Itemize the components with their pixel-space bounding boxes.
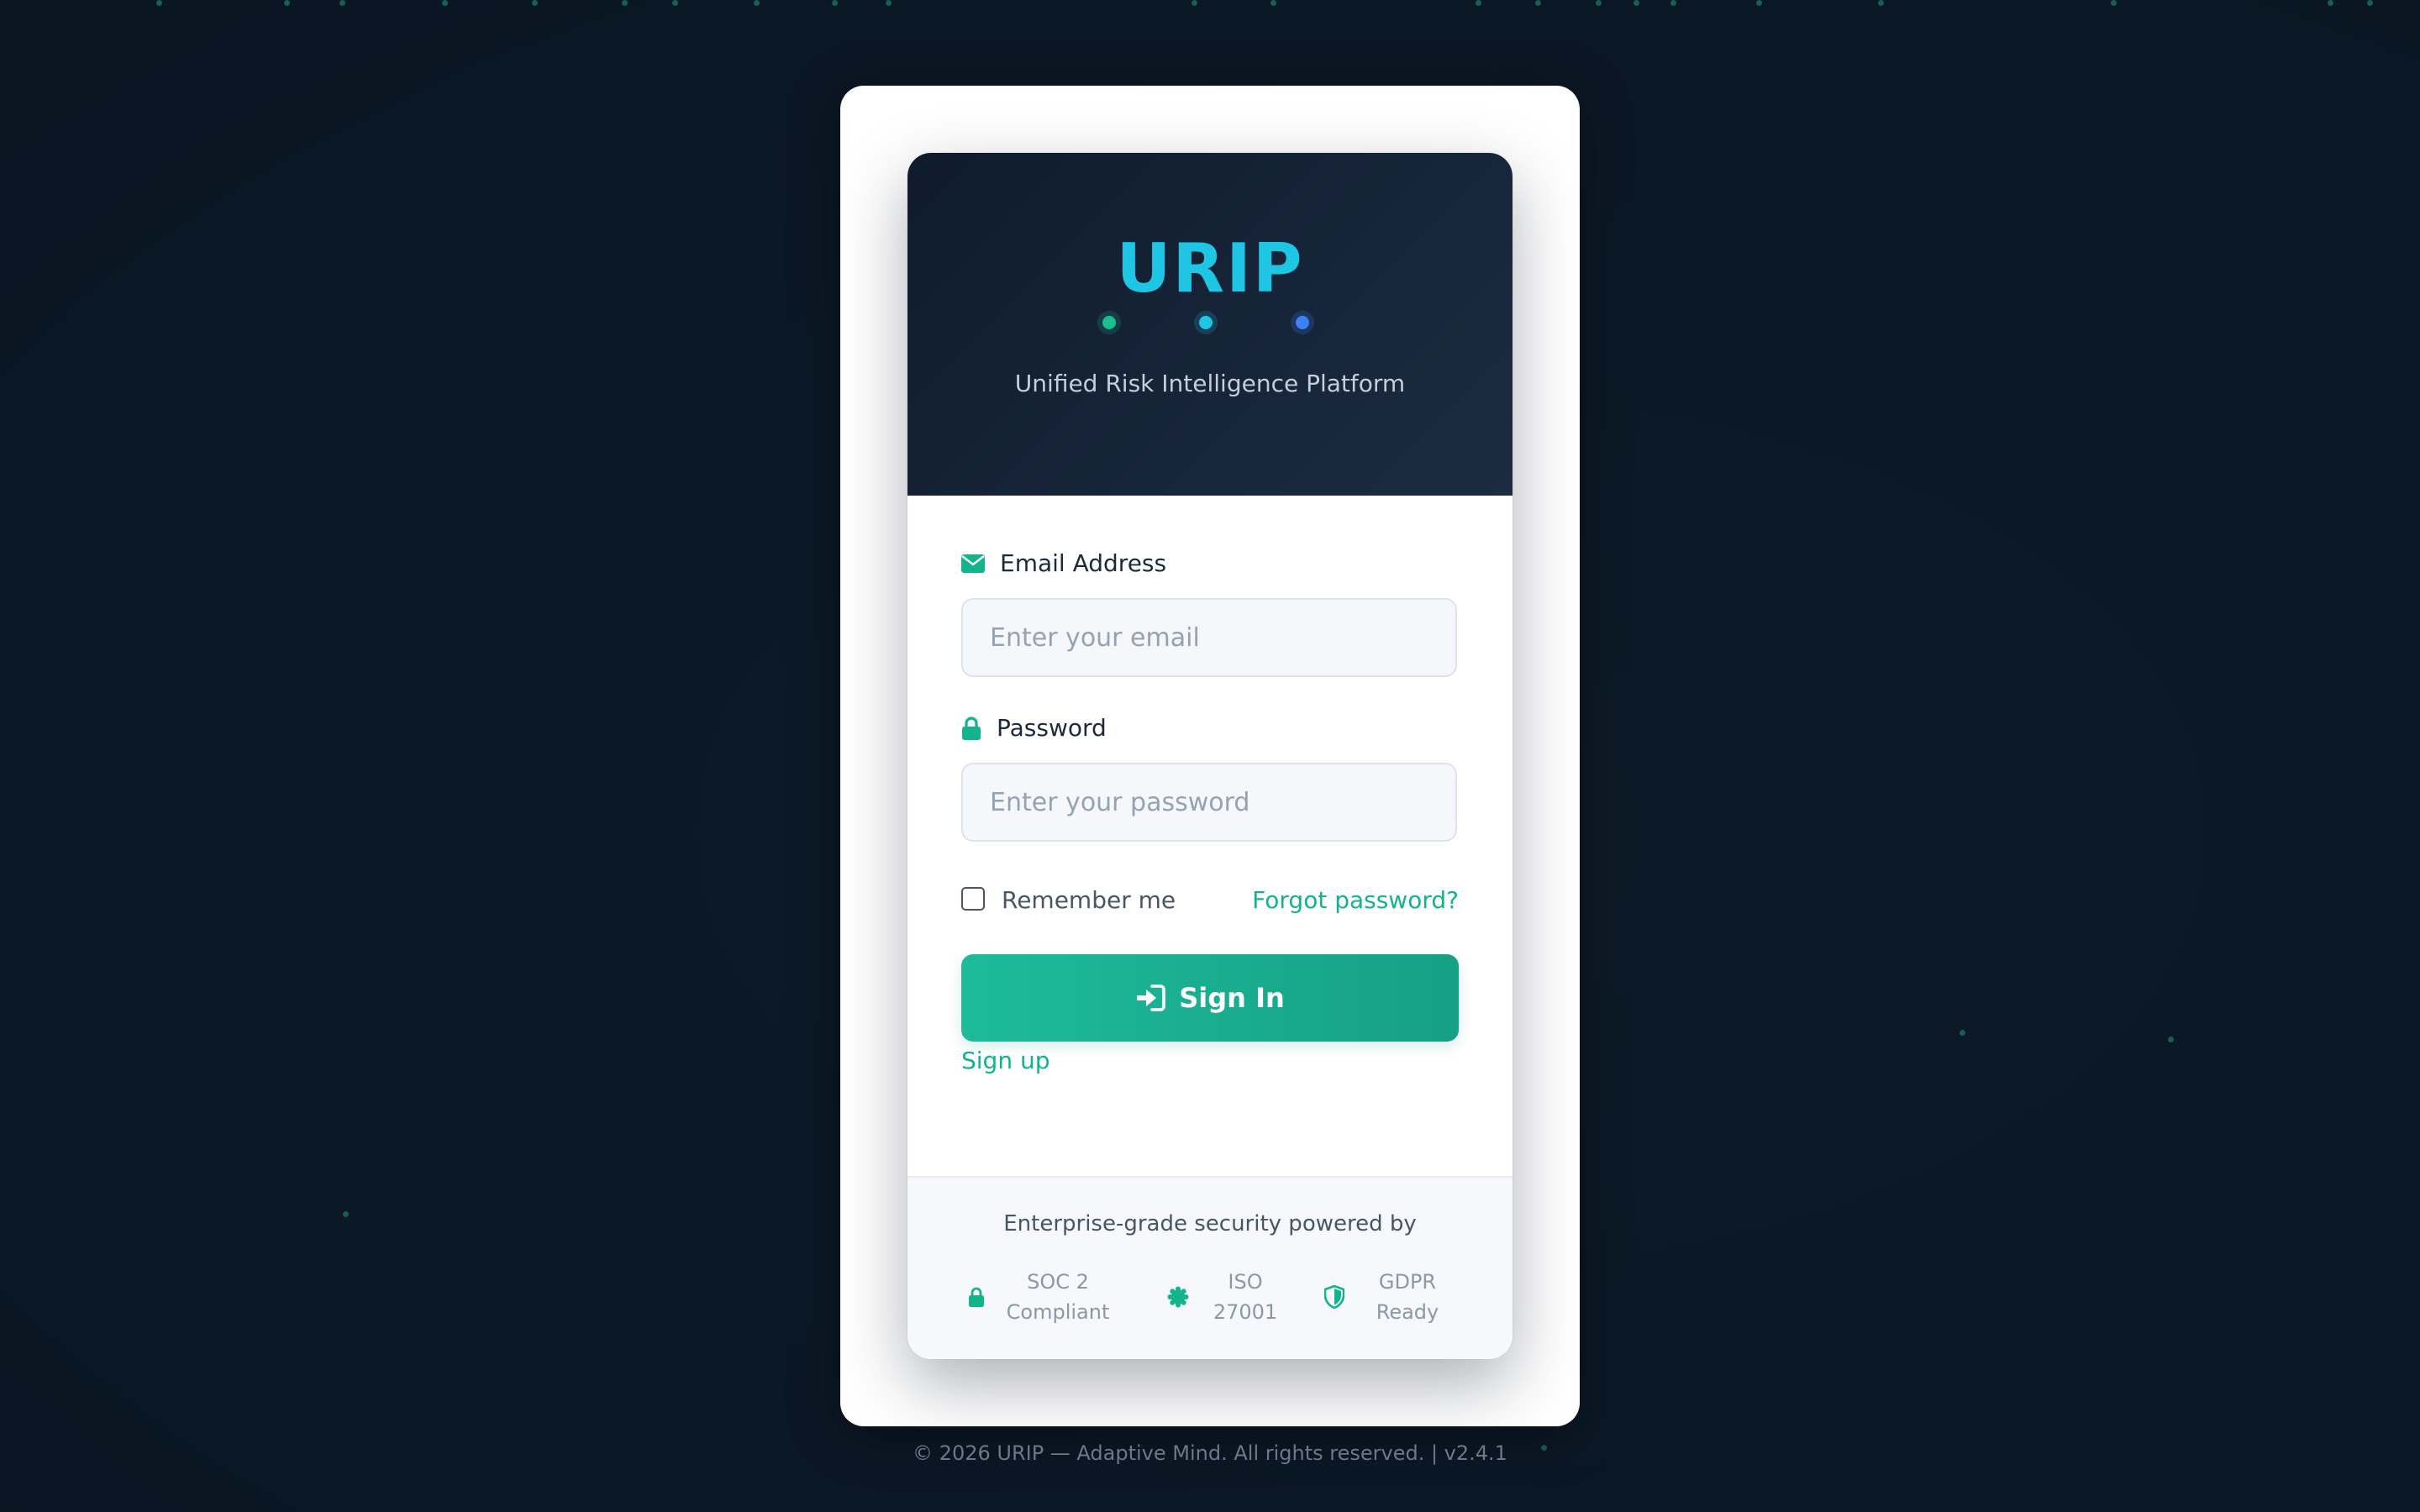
background-dot	[1878, 0, 1884, 6]
brand-dot	[1296, 316, 1309, 329]
background-dot	[832, 0, 838, 6]
remember-checkbox[interactable]	[961, 887, 985, 911]
background-dot	[2328, 0, 2333, 6]
background-dot	[442, 0, 448, 6]
background-dot	[1670, 0, 1676, 6]
background-dot	[156, 0, 162, 6]
brand-tagline: Unified Risk Intelligence Platform	[1014, 370, 1406, 397]
background-dot	[1634, 0, 1639, 6]
background-dot	[2168, 1037, 2174, 1042]
background-dot	[1270, 0, 1276, 6]
sign-in-icon	[1135, 984, 1166, 1011]
background-dot	[622, 0, 628, 6]
lock-icon	[960, 1287, 993, 1307]
sign-up-link[interactable]: Sign up	[961, 1047, 1050, 1074]
background-dot	[1535, 0, 1541, 6]
background-dot	[1596, 0, 1602, 6]
email-label: Email Address	[961, 549, 1166, 577]
background-dot	[1960, 1030, 1965, 1036]
brand-logo-title: URIP	[1116, 229, 1304, 307]
envelope-icon	[961, 554, 985, 573]
badge-iso-line2: 27001	[1213, 1300, 1278, 1324]
background-dot	[1192, 0, 1197, 6]
badge-gdpr-line1: GDPR	[1378, 1270, 1437, 1294]
background-dot	[754, 0, 760, 6]
shield-icon	[1318, 1285, 1351, 1309]
forgot-password-link[interactable]: Forgot password?	[1252, 884, 1459, 917]
background-dot	[886, 0, 892, 6]
background-dot	[1476, 0, 1481, 6]
background-dot	[343, 1211, 349, 1217]
background-dot	[2111, 0, 2117, 6]
badge-soc2-line1: SOC 2	[1027, 1270, 1089, 1294]
brand-dot	[1199, 316, 1213, 329]
security-caption: Enterprise-grade security powered by	[1003, 1211, 1417, 1236]
background-dot	[672, 0, 678, 6]
badge-iso-line1: ISO	[1228, 1270, 1263, 1294]
badge-iso: ISO 27001	[1161, 1263, 1287, 1331]
badge-soc2: SOC 2 Compliant	[960, 1263, 1113, 1331]
email-label-text: Email Address	[1000, 549, 1167, 577]
password-label-text: Password	[997, 714, 1107, 742]
brand-header: URIP Unified Risk Intelligence Platform	[908, 153, 1512, 496]
background-dot	[339, 0, 345, 6]
certificate-icon	[1161, 1286, 1195, 1308]
badge-gdpr: GDPR Ready	[1318, 1263, 1454, 1331]
brand-dot	[1102, 316, 1116, 329]
sign-in-button[interactable]: Sign In	[961, 954, 1459, 1042]
lock-icon	[961, 716, 981, 740]
email-input[interactable]	[961, 598, 1457, 677]
password-label: Password	[961, 714, 1107, 742]
background-dot	[532, 0, 538, 6]
background-dot	[284, 0, 290, 6]
copyright-text: © 2026 URIP — Adaptive Mind. All rights …	[913, 1441, 1507, 1465]
remember-label[interactable]: Remember me	[1002, 884, 1176, 917]
security-footer: Enterprise-grade security powered by SOC…	[908, 1176, 1512, 1359]
badge-soc2-line2: Compliant	[1006, 1300, 1110, 1324]
background-dot	[2367, 0, 2373, 6]
background-dot	[1756, 0, 1762, 6]
login-card: URIP Unified Risk Intelligence Platform …	[908, 153, 1512, 1359]
sign-in-label: Sign In	[1179, 982, 1285, 1014]
badge-gdpr-line2: Ready	[1376, 1300, 1439, 1324]
password-input[interactable]	[961, 763, 1457, 842]
remember-row: Remember me Forgot password?	[961, 884, 1459, 917]
